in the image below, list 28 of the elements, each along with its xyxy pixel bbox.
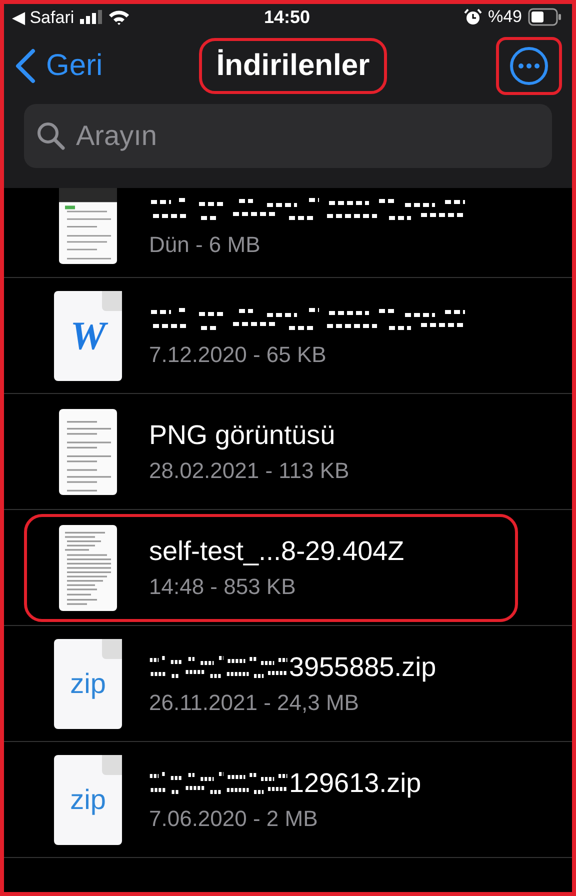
clock-time: 14:50: [264, 6, 310, 28]
signal-icon: [80, 10, 102, 24]
file-details: 26.11.2021 - 24,3 MB: [149, 690, 360, 716]
search-field[interactable]: Arayın: [24, 104, 552, 168]
file-details: Dün - 6 MB: [149, 232, 262, 258]
file-name: 129613.zip: [289, 768, 422, 799]
file-name: self-test_...8-29.404Z: [149, 536, 404, 567]
search-icon: [36, 121, 66, 151]
file-name: PNG görüntüsü: [149, 420, 336, 451]
back-app-link[interactable]: ◀ Safari: [12, 6, 74, 28]
battery-percent: %49: [488, 7, 522, 27]
back-button[interactable]: Geri: [14, 48, 154, 84]
zip-file-icon: zip: [54, 638, 122, 728]
more-button[interactable]: [496, 37, 562, 95]
battery-icon: [528, 8, 562, 26]
file-details: 28.02.2021 - 113 KB: [149, 458, 350, 484]
file-details: 14:48 - 853 KB: [149, 574, 297, 600]
more-icon: [509, 46, 549, 86]
file-details: 7.06.2020 - 2 MB: [149, 806, 319, 832]
chevron-left-icon: [14, 48, 36, 84]
wifi-icon: [108, 9, 130, 25]
page-title: İndirilenler: [199, 38, 387, 94]
alarm-clock-icon: [464, 8, 482, 26]
file-details: 7.12.2020 - 65 KB: [149, 342, 328, 368]
back-label: Geri: [46, 49, 103, 83]
zip-file-icon: zip: [54, 754, 122, 844]
word-document-icon: W: [54, 290, 122, 380]
file-name: 3955885.zip: [289, 652, 436, 683]
